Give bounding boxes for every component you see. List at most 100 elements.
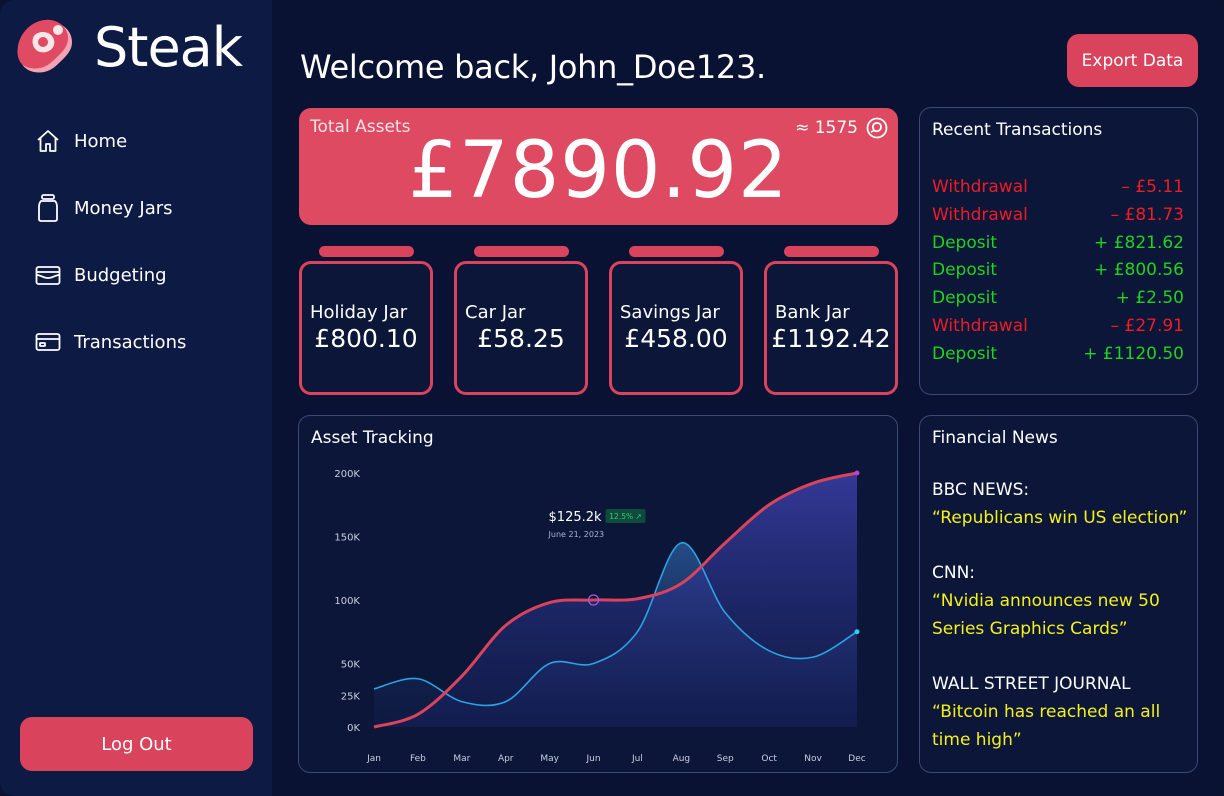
jar-amount: £1192.42 xyxy=(771,324,891,353)
transaction-amount: + £2.50 xyxy=(1115,288,1184,309)
transaction-amount: – £5.11 xyxy=(1121,177,1184,197)
home-icon xyxy=(34,127,62,155)
jar-card-savings[interactable]: Savings Jar £458.00 xyxy=(609,246,743,395)
x-tick-label: May xyxy=(540,754,559,764)
steak-logo-icon xyxy=(17,19,72,73)
y-tick-label: 100K xyxy=(334,596,360,607)
sidebar-item-label: Transactions xyxy=(74,331,187,353)
jar-icon xyxy=(34,194,62,222)
sidebar-item-label: Money Jars xyxy=(74,197,173,219)
series-end-point xyxy=(854,470,860,476)
jar-amount: £800.10 xyxy=(314,324,418,353)
x-tick-label: Sep xyxy=(717,754,734,764)
transaction-row[interactable]: Deposit + £2.50 xyxy=(932,285,1184,313)
export-data-button[interactable]: Export Data xyxy=(1067,34,1198,87)
y-tick-label: 50K xyxy=(341,660,361,671)
news-source: WALL STREET JOURNAL xyxy=(932,674,1131,694)
wallet-icon xyxy=(34,261,62,289)
news-headline: “Bitcoin has reached an all time high” xyxy=(932,702,1161,750)
financial-news-card: Financial News BBC NEWS: “Republicans wi… xyxy=(919,415,1198,773)
transaction-amount: – £81.73 xyxy=(1110,204,1184,225)
steak-points-icon xyxy=(866,117,888,139)
jar-card-car[interactable]: Car Jar £58.25 xyxy=(454,246,588,395)
sidebar-item-transactions[interactable]: Transactions xyxy=(34,325,186,359)
transaction-amount: – £27.91 xyxy=(1110,315,1184,336)
sidebar-item-money-jars[interactable]: Money Jars xyxy=(34,191,186,225)
transaction-row[interactable]: Withdrawal – £5.11 xyxy=(932,174,1184,202)
y-tick-label: 150K xyxy=(334,533,360,544)
news-source: CNN: xyxy=(932,563,976,583)
tooltip-value: $125.2k xyxy=(549,510,602,525)
x-tick-label: Aug xyxy=(673,754,691,764)
transaction-amount: + £1120.50 xyxy=(1083,343,1184,364)
x-tick-label: Jan xyxy=(366,754,381,764)
x-tick-label: Nov xyxy=(804,754,822,764)
jar-amount: £58.25 xyxy=(477,324,565,353)
x-tick-label: Mar xyxy=(453,754,470,764)
y-tick-label: 200K xyxy=(334,469,360,480)
news-item[interactable]: CNN: “Nvidia announces new 50 Series Gra… xyxy=(932,559,1196,643)
sidebar-item-label: Home xyxy=(74,130,128,152)
transaction-type: Deposit xyxy=(932,288,997,309)
points-value: ≈ 1575 xyxy=(795,118,858,138)
y-tick-label: 0K xyxy=(347,723,360,734)
transaction-row[interactable]: Deposit + £800.56 xyxy=(932,257,1184,285)
welcome-heading: Welcome back, John_Doe123. xyxy=(300,48,766,86)
total-assets-card: Total Assets £7890.92 ≈ 1575 xyxy=(299,108,898,225)
transaction-row[interactable]: Withdrawal – £81.73 xyxy=(932,202,1184,230)
jar-lid xyxy=(319,246,414,257)
transaction-type: Deposit xyxy=(932,232,997,253)
x-tick-label: Feb xyxy=(410,754,426,764)
transaction-amount: + £800.56 xyxy=(1094,260,1184,281)
card-title: Financial News xyxy=(932,428,1058,448)
jar-body: Bank Jar £1192.42 xyxy=(764,261,898,395)
y-tick-label: 25K xyxy=(341,691,361,702)
tooltip-date: June 21, 2023 xyxy=(548,530,605,539)
x-tick-label: Dec xyxy=(848,754,865,764)
sidebar-item-budgeting[interactable]: Budgeting xyxy=(34,258,186,292)
transaction-amount: + £821.62 xyxy=(1094,232,1184,253)
jar-lid xyxy=(784,246,879,257)
jar-body: Holiday Jar £800.10 xyxy=(299,261,433,395)
sidebar-nav: Home Money Jars Budgeting Transactions xyxy=(34,124,186,392)
card-icon xyxy=(34,328,62,356)
x-tick-label: Apr xyxy=(498,754,514,764)
tooltip-change: 12.5% ↗ xyxy=(609,512,642,521)
logo[interactable]: Steak xyxy=(14,16,243,80)
x-tick-label: Jun xyxy=(586,754,601,764)
transaction-row[interactable]: Deposit + £1120.50 xyxy=(932,341,1184,369)
sidebar-item-home[interactable]: Home xyxy=(34,124,186,158)
transaction-type: Withdrawal xyxy=(932,177,1028,197)
card-title: Recent Transactions xyxy=(932,120,1103,140)
transaction-type: Withdrawal xyxy=(932,315,1028,336)
news-item[interactable]: WALL STREET JOURNAL “Bitcoin has reached… xyxy=(932,670,1196,754)
sidebar: Steak Home Money Jars Budgeting Transact… xyxy=(0,0,272,796)
news-headline: “Nvidia announces new 50 Series Graphics… xyxy=(932,591,1160,639)
jar-name: Bank Jar xyxy=(775,302,850,323)
jar-name: Savings Jar xyxy=(620,302,720,323)
x-tick-label: Jul xyxy=(631,754,643,764)
transaction-type: Withdrawal xyxy=(932,204,1028,225)
asset-tracking-chart: 200K 150K 100K 50K 25K 0K Jan Feb Mar Apr May Jun Ju… xyxy=(334,469,865,764)
transaction-type: Deposit xyxy=(932,343,997,364)
transaction-row[interactable]: Deposit + £821.62 xyxy=(932,230,1184,258)
news-item[interactable]: BBC NEWS: “Republicans win US election” xyxy=(932,476,1196,532)
recent-transactions-card: Recent Transactions Withdrawal – £5.11 Wit… xyxy=(919,107,1198,395)
jar-card-holiday[interactable]: Holiday Jar £800.10 xyxy=(299,246,433,395)
points-indicator: ≈ 1575 xyxy=(795,117,888,139)
transaction-type: Deposit xyxy=(932,260,997,281)
x-tick-label: Oct xyxy=(761,754,777,764)
transaction-list: Withdrawal – £5.11 Withdrawal – £81.73 Depos… xyxy=(932,174,1184,369)
total-assets-value: £7890.92 xyxy=(408,126,789,216)
sidebar-item-label: Budgeting xyxy=(74,264,167,286)
news-source: BBC NEWS: xyxy=(932,480,1030,500)
logout-button[interactable]: Log Out xyxy=(20,717,253,771)
jar-card-bank[interactable]: Bank Jar £1192.42 xyxy=(764,246,898,395)
app-name: Steak xyxy=(94,16,243,79)
jar-body: Car Jar £58.25 xyxy=(454,261,588,395)
news-headline: “Republicans win US election” xyxy=(932,508,1188,528)
series-end-point xyxy=(854,629,860,635)
jar-lid xyxy=(629,246,724,257)
jar-body: Savings Jar £458.00 xyxy=(609,261,743,395)
transaction-row[interactable]: Withdrawal – £27.91 xyxy=(932,313,1184,341)
